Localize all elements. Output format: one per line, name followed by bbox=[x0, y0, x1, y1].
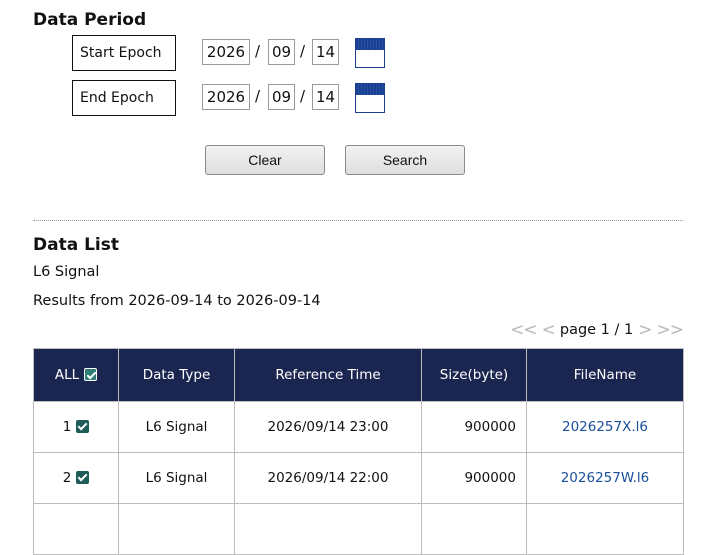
empty-cell bbox=[234, 503, 422, 555]
row-index-cell: 2 bbox=[33, 452, 119, 504]
col-reference-time: Reference Time bbox=[234, 348, 422, 402]
data-list-subtitle: L6 Signal bbox=[33, 264, 100, 280]
results-range-text: Results from 2026-09-14 to 2026-09-14 bbox=[33, 293, 321, 309]
date-separator: / bbox=[300, 42, 306, 60]
table-row: 2 L6 Signal 2026/09/14 22:00 900000 2026… bbox=[33, 452, 684, 504]
search-button[interactable]: Search bbox=[345, 145, 465, 175]
data-table: ALL Data Type Reference Time Size(byte) … bbox=[33, 348, 684, 555]
file-link[interactable]: 2026257X.l6 bbox=[562, 419, 648, 435]
start-epoch-label: Start Epoch bbox=[72, 35, 176, 71]
col-size: Size(byte) bbox=[421, 348, 527, 402]
row-index-cell: 1 bbox=[33, 401, 119, 453]
table-row bbox=[33, 503, 684, 555]
end-month-input[interactable]: 09 bbox=[268, 84, 295, 110]
end-year-input[interactable]: 2026 bbox=[202, 84, 250, 110]
empty-cell bbox=[526, 503, 684, 555]
start-calendar-icon[interactable] bbox=[355, 38, 385, 68]
start-year-input[interactable]: 2026 bbox=[202, 39, 250, 65]
select-all-checkbox[interactable] bbox=[84, 368, 98, 381]
start-month-input[interactable]: 09 bbox=[268, 39, 295, 65]
file-link[interactable]: 2026257W.l6 bbox=[561, 470, 650, 486]
last-page-icon[interactable]: >> bbox=[657, 320, 684, 340]
empty-cell bbox=[421, 503, 527, 555]
row-checkbox[interactable] bbox=[76, 471, 90, 484]
row-reference-time: 2026/09/14 23:00 bbox=[234, 401, 422, 453]
row-size: 900000 bbox=[421, 401, 527, 453]
row-checkbox[interactable] bbox=[76, 420, 90, 433]
date-separator: / bbox=[255, 42, 261, 60]
start-day-input[interactable]: 14 bbox=[312, 39, 339, 65]
date-separator: / bbox=[300, 87, 306, 105]
table-header-row: ALL Data Type Reference Time Size(byte) … bbox=[33, 348, 684, 402]
end-calendar-icon[interactable] bbox=[355, 83, 385, 113]
data-list-heading: Data List bbox=[33, 235, 120, 255]
table-row: 1 L6 Signal 2026/09/14 23:00 900000 2026… bbox=[33, 401, 684, 453]
first-page-icon[interactable]: << bbox=[510, 320, 537, 340]
end-epoch-label: End Epoch bbox=[72, 80, 176, 116]
clear-button[interactable]: Clear bbox=[205, 145, 325, 175]
pagination: << < page 1 / 1 > >> bbox=[510, 320, 684, 340]
row-index: 2 bbox=[62, 470, 72, 486]
empty-cell bbox=[118, 503, 235, 555]
col-all-label: ALL bbox=[54, 367, 80, 383]
col-data-type: Data Type bbox=[118, 348, 235, 402]
data-period-heading: Data Period bbox=[33, 10, 147, 30]
page-indicator: page 1 / 1 bbox=[559, 322, 634, 338]
row-size: 900000 bbox=[421, 452, 527, 504]
prev-page-icon[interactable]: < bbox=[542, 320, 556, 340]
next-page-icon[interactable]: > bbox=[638, 320, 652, 340]
empty-cell bbox=[33, 503, 119, 555]
section-divider bbox=[33, 220, 683, 221]
row-data-type: L6 Signal bbox=[118, 401, 235, 453]
row-reference-time: 2026/09/14 22:00 bbox=[234, 452, 422, 504]
row-index: 1 bbox=[62, 419, 72, 435]
row-filename-cell: 2026257X.l6 bbox=[526, 401, 684, 453]
col-all: ALL bbox=[33, 348, 119, 402]
row-filename-cell: 2026257W.l6 bbox=[526, 452, 684, 504]
row-data-type: L6 Signal bbox=[118, 452, 235, 504]
col-filename: FileName bbox=[526, 348, 684, 402]
end-day-input[interactable]: 14 bbox=[312, 84, 339, 110]
date-separator: / bbox=[255, 87, 261, 105]
